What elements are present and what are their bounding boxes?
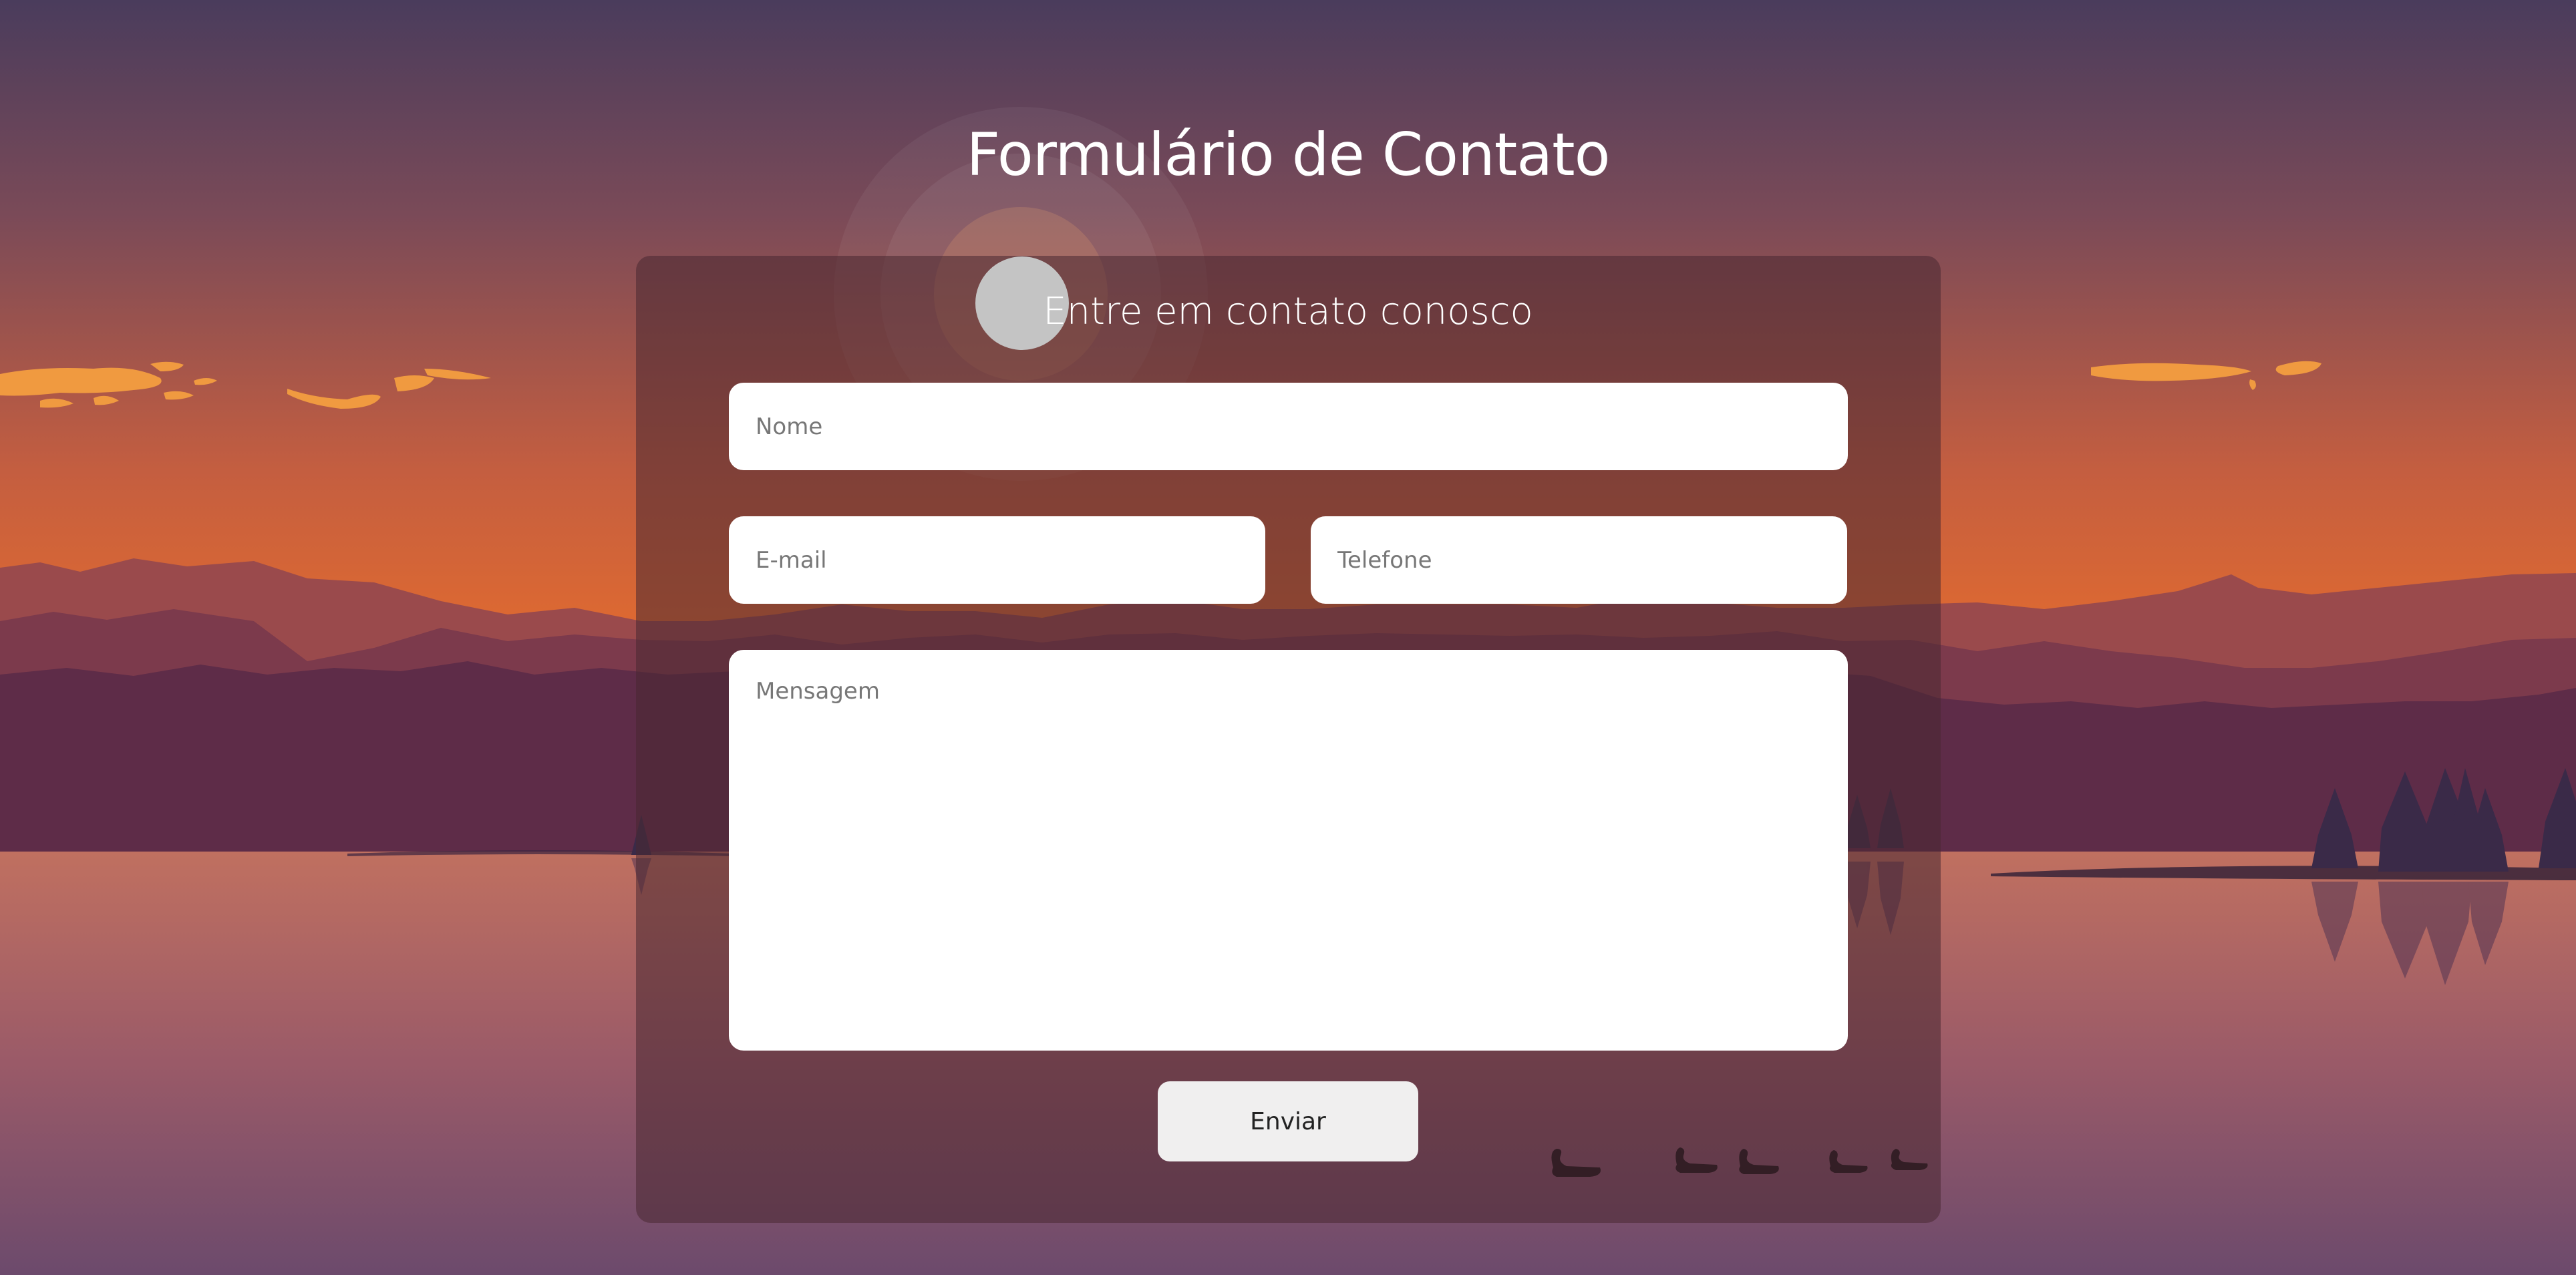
name-field[interactable] xyxy=(729,383,1848,470)
email-field[interactable] xyxy=(729,516,1265,604)
phone-field[interactable] xyxy=(1311,516,1847,604)
page-title: Formulário de Contato xyxy=(966,120,1610,189)
form-subtitle: Entre em contato conosco xyxy=(1043,290,1533,333)
submit-button[interactable]: Enviar xyxy=(1158,1081,1418,1161)
message-field[interactable] xyxy=(729,650,1848,1051)
